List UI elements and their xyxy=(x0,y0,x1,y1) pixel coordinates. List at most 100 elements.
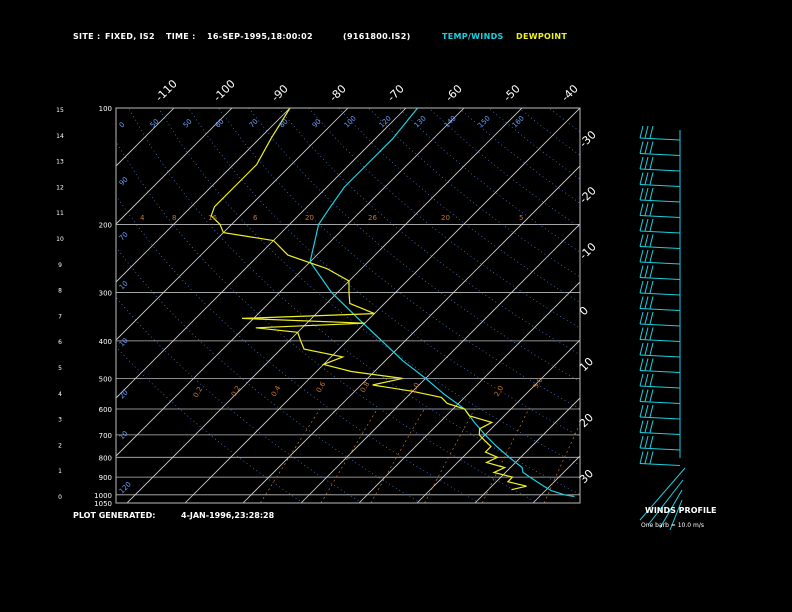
mixing-ratio-line xyxy=(320,408,378,503)
adiabat-label-top: 50 xyxy=(149,117,161,129)
plot-frame xyxy=(115,107,581,504)
wind-barb-flag xyxy=(639,125,644,139)
dry-adiabat-line xyxy=(116,346,304,503)
temp-tick-label-top: -40 xyxy=(559,82,581,104)
wind-barb-flag xyxy=(649,327,654,340)
wind-barb-flag xyxy=(639,358,644,371)
wind-barb-flag xyxy=(644,296,649,309)
pressure-tick-label: 800 xyxy=(99,454,112,462)
height-tick-label: 13 xyxy=(56,159,64,166)
wind-barb-flag xyxy=(649,404,654,418)
height-tick-label: 2 xyxy=(58,442,62,449)
skew-t-chart: 1002003004005006007008009001000105001234… xyxy=(0,77,792,531)
isotherm-line xyxy=(116,108,175,167)
pressure-tick-label: 300 xyxy=(99,290,112,298)
pressure-tick-label: 200 xyxy=(99,221,112,229)
adiabat-label-top: 90 xyxy=(311,117,323,129)
isotherm-line xyxy=(474,397,580,503)
wind-barb-flag xyxy=(649,234,654,247)
wind-barb-flag xyxy=(639,156,644,170)
wind-barb-flag xyxy=(639,218,644,232)
wind-barb-flag xyxy=(644,265,649,278)
mixing-ratio-inner-label: 0.2 xyxy=(230,384,242,398)
wind-barb-flag xyxy=(649,358,654,371)
wind-barb-flag xyxy=(639,342,644,356)
dry-adiabat-line xyxy=(548,108,580,133)
wind-barb-flag xyxy=(649,451,654,464)
isotherm-line xyxy=(116,108,349,341)
wind-barb-flag xyxy=(649,296,654,309)
mixing-ratio-label: 26 xyxy=(368,214,377,222)
wind-barb-flag xyxy=(639,141,644,154)
temp-tick-label-right: 0 xyxy=(577,304,591,318)
dry-adiabat-line xyxy=(518,108,580,156)
wind-barb xyxy=(639,261,681,265)
isotherm-line xyxy=(532,455,580,503)
wind-barb-flag xyxy=(639,249,644,263)
dry-adiabat-line xyxy=(308,108,580,329)
pressure-tick-label: 700 xyxy=(99,432,112,440)
wind-barb xyxy=(639,370,681,373)
dry-adiabat-line xyxy=(609,108,792,503)
adiabat-label-top: 130 xyxy=(413,114,428,129)
height-tick-label: 15 xyxy=(56,107,64,114)
isotherm-line xyxy=(184,108,580,503)
mixing-ratio-label: 6 xyxy=(253,214,258,222)
wind-barb-flag xyxy=(644,311,649,325)
isotherm-line xyxy=(591,108,792,503)
isotherm-line xyxy=(0,108,58,503)
height-tick-label: 5 xyxy=(58,365,62,372)
mixing-ratio-inner-label: 0.4 xyxy=(270,384,283,398)
adiabat-label-top: 120 xyxy=(378,114,393,129)
wind-barb-flag xyxy=(639,420,644,433)
wind-barb-flag xyxy=(649,311,654,325)
winds-profile-title: WINDS PROFILE xyxy=(645,506,717,515)
wind-barb-flag xyxy=(644,280,649,294)
wind-barb-flag xyxy=(649,156,654,170)
wind-barb xyxy=(639,432,681,435)
wind-barb-flag xyxy=(639,404,644,418)
wind-barb-flag xyxy=(649,249,654,263)
plot-area xyxy=(0,108,792,503)
adiabat-label-top: 70 xyxy=(248,117,260,129)
adiabat-label-left: 70 xyxy=(118,230,130,242)
wind-barb-flag xyxy=(639,280,644,294)
wind-barb xyxy=(639,215,681,218)
height-tick-label: 3 xyxy=(58,417,62,424)
mixing-ratio-label: 20 xyxy=(441,214,450,222)
dry-adiabat-line xyxy=(428,108,580,228)
dewpoint-line xyxy=(210,108,527,491)
height-tick-label: 11 xyxy=(56,210,64,217)
wind-barb-flag xyxy=(644,327,649,340)
wind-barb xyxy=(639,463,681,466)
wind-barb-flag xyxy=(644,125,649,139)
wind-barb-flag xyxy=(649,435,654,449)
mixing-ratio-line xyxy=(424,408,476,503)
pressure-tick-label: 600 xyxy=(99,406,112,414)
isotherm-line xyxy=(649,108,792,503)
wind-barb-flag xyxy=(649,342,654,356)
wind-barb-flag xyxy=(639,435,644,449)
wind-barb xyxy=(639,246,681,249)
height-tick-label: 14 xyxy=(56,133,64,140)
wind-barb-flag xyxy=(649,280,654,294)
isotherm-line xyxy=(707,108,792,503)
mixing-ratio-inner-label: 0.2 xyxy=(192,385,204,399)
isotherm-line xyxy=(116,108,465,457)
wind-barb-flag xyxy=(644,404,649,418)
pressure-tick-label: 1000 xyxy=(94,492,112,500)
adiabat-label-left: 120 xyxy=(118,480,133,495)
wind-barb-flag xyxy=(644,435,649,449)
wind-barb-flag xyxy=(639,451,644,464)
adiabat-label-left: 20 xyxy=(118,388,130,400)
height-tick-label: 1 xyxy=(58,468,62,475)
temp-tick-label-top: -80 xyxy=(327,82,349,104)
wind-barb-flag xyxy=(644,218,649,232)
height-tick-label: 6 xyxy=(58,339,62,346)
wind-barb-flag xyxy=(644,420,649,433)
adiabat-label-left: 10 xyxy=(118,279,130,291)
wind-barb-flag xyxy=(644,156,649,170)
wind-barb-flag xyxy=(644,172,649,185)
plot-generated-label: PLOT GENERATED: xyxy=(73,511,156,520)
wind-barb-flag xyxy=(639,296,644,309)
